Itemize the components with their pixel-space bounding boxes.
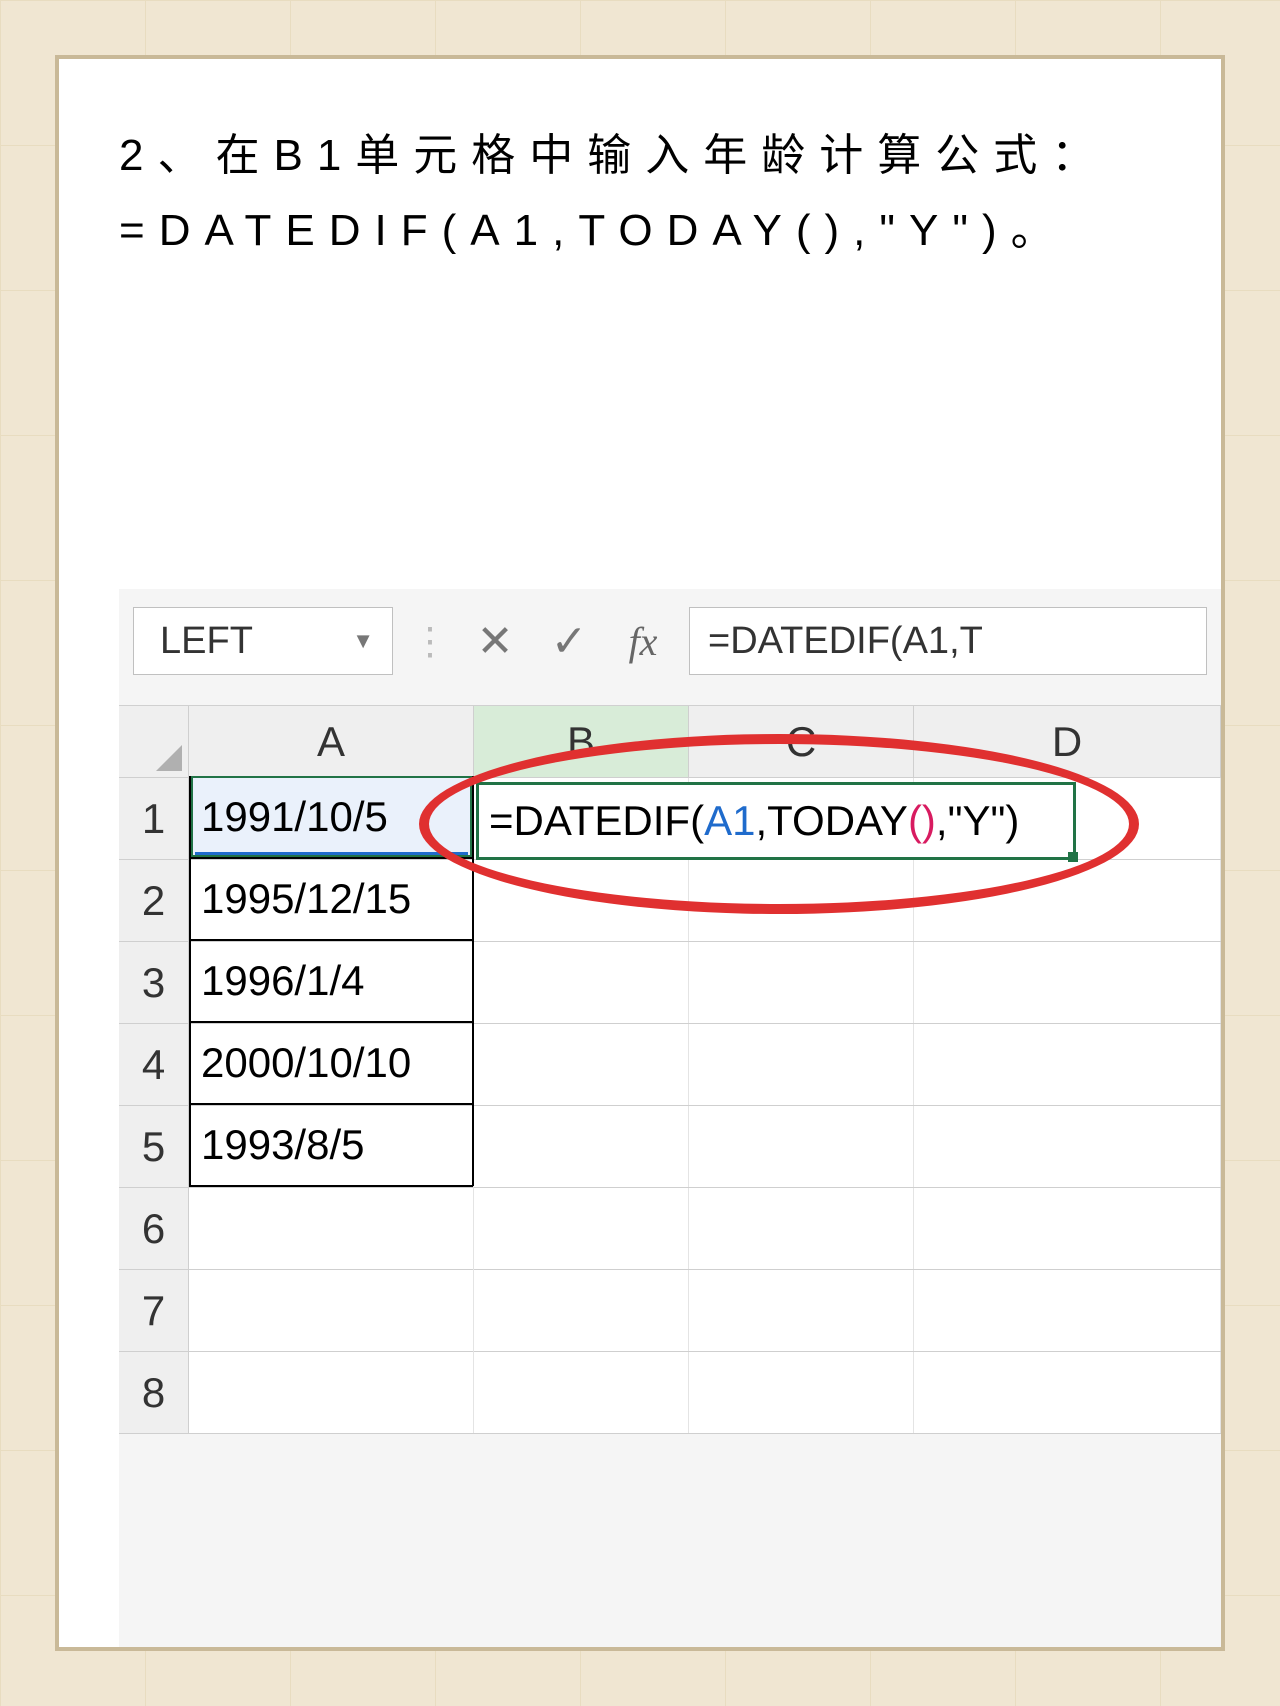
cell-b3[interactable] bbox=[474, 942, 689, 1023]
row-header[interactable]: 2 bbox=[119, 860, 189, 941]
formula-ref: A1 bbox=[704, 797, 755, 845]
excel-screenshot: LEFT ▼ ⋮ ✕ ✓ fx =DATEDIF(A1,T A bbox=[119, 589, 1221, 1647]
dropdown-icon: ▼ bbox=[352, 628, 374, 654]
cell-b4[interactable] bbox=[474, 1024, 689, 1105]
content-card: 2、在B1单元格中输入年龄计算公式： =DATEDIF(A1,TODAY(),"… bbox=[55, 55, 1225, 1651]
table-row: 6 bbox=[119, 1188, 1221, 1270]
column-header-b[interactable]: B bbox=[474, 706, 689, 777]
table-row: 2 1995/12/15 bbox=[119, 860, 1221, 942]
column-header-a[interactable]: A bbox=[189, 706, 474, 777]
cancel-icon: ✕ bbox=[477, 616, 514, 667]
instruction-line1: 2、在B1单元格中输入年龄计算公式： bbox=[119, 119, 1161, 194]
cell-b8[interactable] bbox=[474, 1352, 689, 1433]
cell-a8[interactable] bbox=[189, 1350, 474, 1433]
row-header[interactable]: 3 bbox=[119, 942, 189, 1023]
cell-a2[interactable]: 1995/12/15 bbox=[189, 858, 474, 941]
cell-value: 1991/10/5 bbox=[201, 793, 388, 841]
fx-icon: fx bbox=[629, 618, 658, 665]
formula-paren: () bbox=[908, 797, 936, 845]
table-row: 5 1993/8/5 bbox=[119, 1106, 1221, 1188]
cell-c8[interactable] bbox=[689, 1352, 914, 1433]
formula-bar-text: =DATEDIF(A1,T bbox=[708, 620, 983, 663]
row-header[interactable]: 1 bbox=[119, 778, 189, 859]
cell-a3[interactable]: 1996/1/4 bbox=[189, 940, 474, 1023]
cell-d8[interactable] bbox=[914, 1352, 1221, 1433]
table-row: 3 1996/1/4 bbox=[119, 942, 1221, 1024]
cell-d6[interactable] bbox=[914, 1188, 1221, 1269]
cell-c3[interactable] bbox=[689, 942, 914, 1023]
cell-value: 1993/8/5 bbox=[201, 1121, 365, 1169]
select-all-corner[interactable] bbox=[119, 706, 189, 777]
cell-d4[interactable] bbox=[914, 1024, 1221, 1105]
cell-a7[interactable] bbox=[189, 1268, 474, 1351]
fill-handle[interactable] bbox=[1068, 852, 1078, 862]
formula-p1: =DATEDIF( bbox=[489, 797, 704, 845]
cell-d2[interactable] bbox=[914, 860, 1221, 941]
row-header[interactable]: 4 bbox=[119, 1024, 189, 1105]
row-header[interactable]: 7 bbox=[119, 1270, 189, 1351]
cell-value: 1995/12/15 bbox=[201, 875, 411, 923]
cancel-button[interactable]: ✕ bbox=[467, 613, 523, 669]
name-box[interactable]: LEFT ▼ bbox=[133, 607, 393, 675]
cell-c2[interactable] bbox=[689, 860, 914, 941]
column-header-d[interactable]: D bbox=[914, 706, 1221, 777]
formula-p3: ,"Y") bbox=[936, 797, 1020, 845]
insert-function-button[interactable]: fx bbox=[615, 613, 671, 669]
cell-value: 2000/10/10 bbox=[201, 1039, 411, 1087]
cell-a4[interactable]: 2000/10/10 bbox=[189, 1022, 474, 1105]
enter-button[interactable]: ✓ bbox=[541, 613, 597, 669]
cell-a1[interactable]: 1991/10/5 bbox=[189, 776, 474, 859]
cell-d3[interactable] bbox=[914, 942, 1221, 1023]
formula-p2: ,TODAY bbox=[755, 797, 907, 845]
cell-b6[interactable] bbox=[474, 1188, 689, 1269]
active-cell-b1[interactable]: =DATEDIF(A1,TODAY(),"Y") bbox=[476, 782, 1076, 860]
cell-d7[interactable] bbox=[914, 1270, 1221, 1351]
name-box-value: LEFT bbox=[160, 620, 253, 663]
column-header-c[interactable]: C bbox=[689, 706, 914, 777]
column-header-row: A B C D bbox=[119, 706, 1221, 778]
cell-c6[interactable] bbox=[689, 1188, 914, 1269]
spreadsheet-grid: A B C D 1 1991/10/5 2 1995/12/15 bbox=[119, 705, 1221, 1434]
instruction-line2: =DATEDIF(A1,TODAY(),"Y")。 bbox=[119, 194, 1161, 269]
check-icon: ✓ bbox=[551, 616, 588, 667]
cell-value: 1996/1/4 bbox=[201, 957, 365, 1005]
cell-c5[interactable] bbox=[689, 1106, 914, 1187]
table-row: 7 bbox=[119, 1270, 1221, 1352]
formula-bar-section: LEFT ▼ ⋮ ✕ ✓ fx =DATEDIF(A1,T bbox=[119, 589, 1221, 705]
cell-c7[interactable] bbox=[689, 1270, 914, 1351]
cell-c4[interactable] bbox=[689, 1024, 914, 1105]
cell-d5[interactable] bbox=[914, 1106, 1221, 1187]
cell-a6[interactable] bbox=[189, 1186, 474, 1269]
instruction-text: 2、在B1单元格中输入年龄计算公式： =DATEDIF(A1,TODAY(),"… bbox=[119, 119, 1161, 269]
row-header[interactable]: 5 bbox=[119, 1106, 189, 1187]
cell-a5[interactable]: 1993/8/5 bbox=[189, 1104, 474, 1187]
table-row: 8 bbox=[119, 1352, 1221, 1434]
formula-input[interactable]: =DATEDIF(A1,T bbox=[689, 607, 1207, 675]
table-row: 4 2000/10/10 bbox=[119, 1024, 1221, 1106]
row-header[interactable]: 6 bbox=[119, 1188, 189, 1269]
cell-b2[interactable] bbox=[474, 860, 689, 941]
row-header[interactable]: 8 bbox=[119, 1352, 189, 1433]
cell-b5[interactable] bbox=[474, 1106, 689, 1187]
cell-b7[interactable] bbox=[474, 1270, 689, 1351]
separator-icon: ⋮ bbox=[411, 619, 449, 664]
